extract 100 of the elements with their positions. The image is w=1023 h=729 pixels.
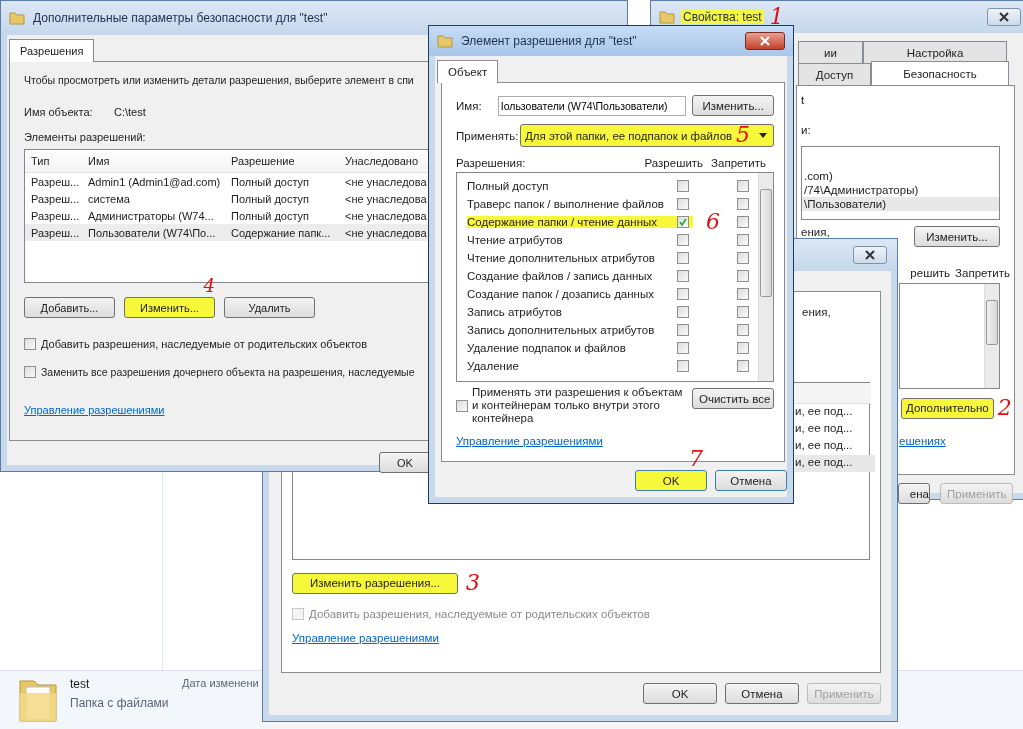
permission-name: Содержание папки / чтение данных	[467, 216, 673, 228]
manage-permissions-link[interactable]: Управление разрешениями	[292, 632, 439, 644]
deny-checkbox[interactable]	[737, 180, 749, 192]
permission-name: Запись дополнительных атрибутов	[467, 324, 656, 336]
checkbox[interactable]	[456, 399, 468, 412]
table-cell-text: Разреш...	[30, 209, 81, 222]
allow-checkbox[interactable]	[677, 198, 689, 210]
close-icon	[865, 250, 875, 260]
deny-checkbox[interactable]	[737, 234, 749, 246]
allow-checkbox[interactable]	[677, 270, 689, 282]
checkbox[interactable]	[24, 338, 36, 350]
advanced-button[interactable]: Дополнительно	[901, 397, 994, 419]
column-header[interactable]: Тип	[25, 155, 82, 167]
deny-checkbox[interactable]	[737, 306, 749, 318]
item-name: test	[70, 677, 91, 691]
ok-button[interactable]: OK	[635, 470, 707, 491]
change-permissions-button[interactable]: Изменить разрешения...	[292, 572, 458, 594]
permission-name: Траверс папок / выполнение файлов	[467, 198, 665, 210]
deny-checkbox[interactable]	[737, 360, 749, 372]
manage-permissions-link[interactable]: Управление разрешениями	[456, 435, 603, 447]
deny-checkbox[interactable]	[737, 198, 749, 210]
close-button[interactable]	[987, 8, 1021, 26]
deny-checkbox[interactable]	[737, 270, 749, 282]
allow-checkbox[interactable]	[677, 216, 689, 228]
checkbox-label: Заменить все разрешения дочернего объекта на разрешения, наследуемые	[41, 366, 415, 378]
list-label: Элементы разрешений:	[24, 131, 146, 143]
checkbox-label: Добавить разрешения, наследуемые от родительских объектов	[41, 338, 368, 350]
cancel-button[interactable]: ена	[898, 483, 930, 504]
tab[interactable]: Безопасность	[871, 61, 1009, 85]
caret-icon	[759, 133, 767, 138]
table-row[interactable]: Разреш... Admin1 (Admin1@ad.com) Полный доступ <не унаследова	[25, 173, 429, 190]
close-button[interactable]	[853, 246, 887, 264]
user-list-item[interactable]: \Пользователи)	[802, 197, 999, 211]
allow-checkbox[interactable]	[677, 252, 689, 264]
deny-checkbox[interactable]	[737, 252, 749, 264]
table-row[interactable]: Разреш... Администраторы (W74... Полный доступ <не унаследова	[25, 207, 429, 224]
allow-checkbox[interactable]	[677, 324, 689, 336]
object-name-fragment: t	[801, 94, 806, 108]
window-title: Элемент разрешения для "test"	[460, 34, 638, 48]
ok-button[interactable]: OK	[379, 452, 431, 473]
allow-checkbox[interactable]	[677, 234, 689, 246]
annotation-number: 6	[706, 211, 720, 233]
tab[interactable]: Объект	[437, 60, 499, 83]
allow-checkbox[interactable]	[677, 180, 689, 192]
change-button[interactable]: Изменить...	[692, 95, 774, 116]
column-header[interactable]: Имя	[82, 155, 225, 167]
clear-all-button[interactable]: Очистить все	[692, 388, 774, 409]
permission-entry[interactable]: и, ее под...	[795, 455, 875, 472]
column-header: Разрешить	[644, 157, 704, 169]
table-cell-text: Администраторы (W74...	[87, 209, 215, 222]
tab[interactable]: Доступ	[798, 63, 871, 85]
close-button[interactable]	[745, 32, 785, 50]
close-icon	[760, 36, 770, 46]
tab[interactable]: Разрешения	[9, 39, 95, 62]
scrollbar[interactable]	[984, 284, 999, 388]
column-header[interactable]: Унаследовано	[341, 155, 419, 167]
permission-entry[interactable]: и, ее под...	[795, 421, 875, 438]
table-cell-text: система	[87, 192, 131, 205]
deny-checkbox[interactable]	[737, 342, 749, 354]
edit-button[interactable]: Изменить...	[914, 226, 1000, 247]
object-name-value: C:\test	[114, 106, 146, 118]
table-row[interactable]: Разреш... система Полный доступ <не унаследова	[25, 190, 429, 207]
instruction-text: Чтобы просмотреть или изменить детали разрешения, выберите элемент в спи	[24, 74, 414, 86]
table-cell-text: Полный доступ	[230, 192, 311, 205]
deny-checkbox[interactable]	[737, 216, 749, 228]
user-list-item[interactable]: .com)	[802, 169, 999, 183]
checkbox-label: Добавить разрешения, наследуемые от родительских объектов	[309, 608, 650, 620]
deny-checkbox[interactable]	[737, 324, 749, 336]
dialog-button[interactable]: Добавить...	[24, 297, 115, 318]
allow-checkbox[interactable]	[677, 306, 689, 318]
dialog-button[interactable]: Удалить	[224, 297, 315, 318]
scrollbar[interactable]	[758, 173, 773, 381]
tab[interactable]: Настройка	[863, 41, 1007, 63]
user-list-item[interactable]: /74\Администраторы)	[802, 183, 999, 197]
allow-checkbox[interactable]	[677, 360, 689, 372]
table-cell-text: <не унаследова	[344, 192, 427, 205]
permission-entry[interactable]: и, ее под...	[795, 404, 875, 421]
checkbox[interactable]	[24, 366, 36, 378]
allow-checkbox[interactable]	[677, 288, 689, 300]
annotation-number: 7	[689, 448, 703, 470]
cancel-button[interactable]: Отмена	[715, 470, 787, 491]
permission-entry[interactable]: и, ее под...	[795, 438, 875, 455]
manage-permissions-link[interactable]: Управление разрешениями	[24, 404, 165, 416]
date-modified-label: Дата изменени	[182, 677, 259, 689]
tab[interactable]: ии	[798, 41, 863, 63]
column-header[interactable]: Разрешение	[225, 155, 341, 167]
dialog-button[interactable]: Изменить...	[124, 297, 215, 318]
dialog-button[interactable]: Отмена	[725, 683, 799, 704]
annotation-number: 5	[736, 124, 750, 146]
annotation-number: 3	[466, 572, 480, 594]
group-label-fragment: и:	[801, 124, 812, 138]
table-row[interactable]: Разреш... Пользователи (W74\По... Содержание папк... <не унаследова	[25, 224, 429, 241]
name-field[interactable]: Iользователи (W74\Пользователи)	[497, 95, 687, 116]
allow-checkbox[interactable]	[677, 342, 689, 354]
deny-checkbox[interactable]	[737, 288, 749, 300]
dialog-button[interactable]: OK	[643, 683, 717, 704]
link-fragment[interactable]: ешениях	[899, 435, 946, 447]
permission-name: Создание файлов / запись данных	[467, 270, 654, 282]
permission-name: Чтение атрибутов	[467, 234, 564, 246]
checkbox-label: Применять эти разрешения к объектам и контейнерам только внутри этого контейнера	[472, 386, 684, 425]
